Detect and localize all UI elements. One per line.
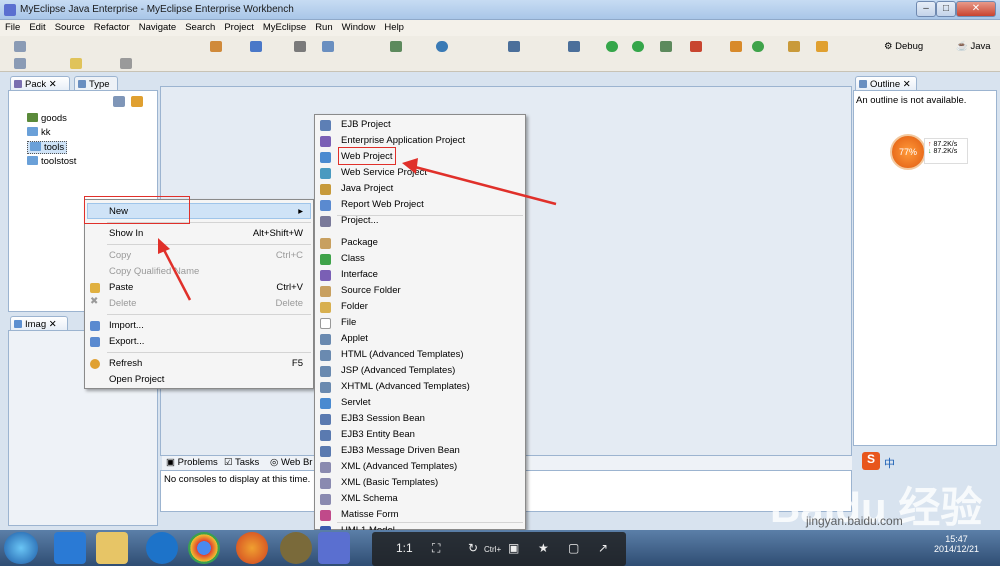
clock-time: 15:47 [945,534,968,544]
watermark-url: jingyan.baidu.com [806,514,903,528]
zoom-ratio-button[interactable]: 1:1 [396,541,413,555]
myeclipse-taskbar-icon[interactable] [318,532,350,564]
arrow-head-web-project [402,158,418,174]
clock-date: 2014/12/21 [934,544,980,554]
k-app-icon[interactable] [146,532,178,564]
share-icon[interactable]: ↗ [598,541,608,555]
explorer-icon[interactable] [96,532,128,564]
firefox-icon[interactable] [236,532,268,564]
clock[interactable]: 15:47 2014/12/21 [934,534,979,554]
viewer-toolbar: 1:1 ⛶ ↻ Ctrl+ ▣ ★ ▢ ↗ [372,532,626,566]
fit-icon[interactable]: ⛶ [432,541,440,556]
ie-icon[interactable] [54,532,86,564]
fullscreen-icon[interactable]: ▢ [568,541,579,555]
hs-app-icon[interactable] [280,532,312,564]
chrome-icon[interactable] [188,532,220,564]
favorite-icon[interactable]: ★ [538,541,549,555]
sogou-ime-icon[interactable]: S [862,452,880,470]
ime-mode[interactable]: 中 [884,455,895,471]
save-icon[interactable]: ▣ [508,541,519,555]
shortcut-hint: Ctrl+ [484,545,502,554]
start-button[interactable] [4,532,38,564]
arrow-to-new [161,247,192,301]
arrow-to-web-project [414,165,557,206]
rotate-icon[interactable]: ↻ [468,541,478,555]
